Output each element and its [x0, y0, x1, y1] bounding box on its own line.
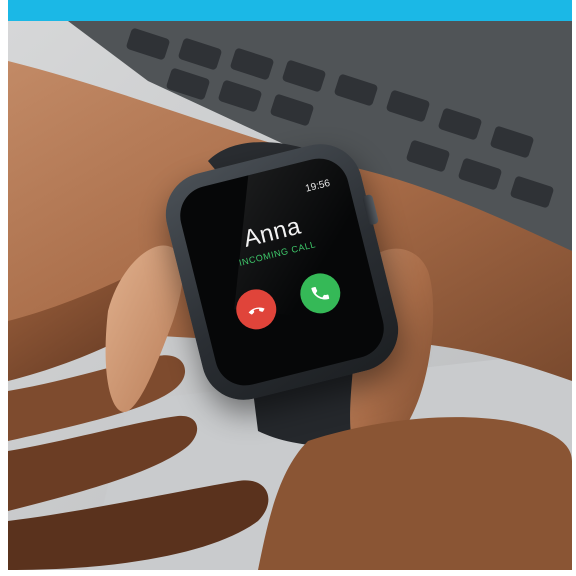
photo: 19:56 Anna INCOMING CALL	[8, 21, 572, 570]
phone-hangup-icon	[248, 307, 265, 315]
phone-icon	[311, 286, 330, 300]
top-banner-bar	[8, 0, 572, 21]
image-frame: 19:56 Anna INCOMING CALL	[0, 0, 576, 576]
